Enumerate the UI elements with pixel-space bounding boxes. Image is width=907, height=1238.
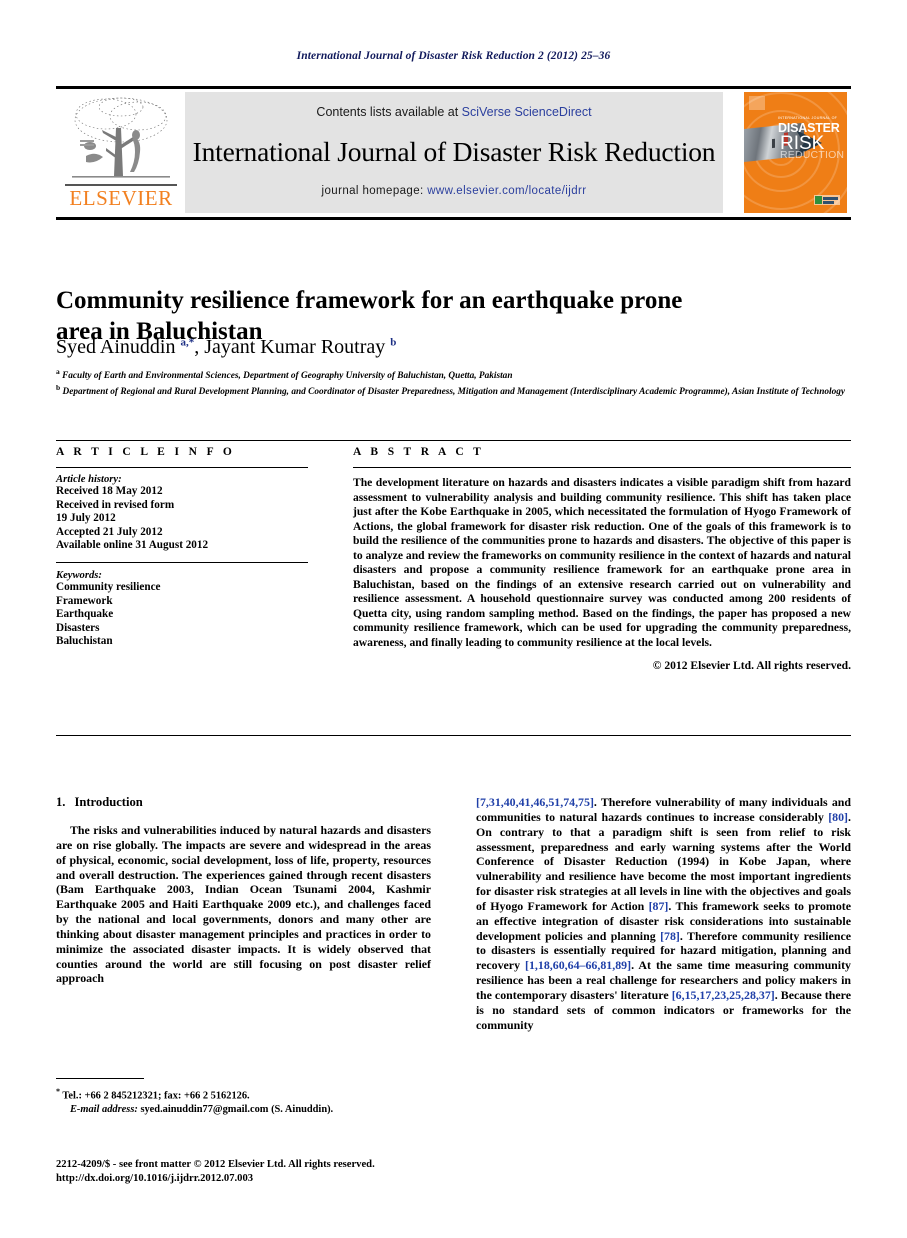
journal-article-page: International Journal of Disaster Risk R… bbox=[0, 0, 907, 1238]
cover-superline: INTERNATIONAL JOURNAL OF bbox=[778, 116, 838, 120]
article-info-rule bbox=[56, 467, 308, 468]
affiliation-text-b: Department of Regional and Rural Develop… bbox=[62, 387, 846, 398]
section-number: 1. bbox=[56, 795, 66, 809]
cover-partner-logo-block-3 bbox=[823, 201, 834, 204]
corresponding-author-note: * Tel.: +66 2 845212321; fax: +66 2 5162… bbox=[56, 1087, 250, 1102]
abstract-heading: A B S T R A C T bbox=[353, 446, 485, 458]
journal-title: International Journal of Disaster Risk R… bbox=[192, 136, 716, 167]
article-history-accepted: Accepted 21 July 2012 bbox=[56, 525, 163, 538]
abstract-copyright: © 2012 Elsevier Ltd. All rights reserved… bbox=[652, 658, 851, 672]
affiliation-a: a Faculty of Earth and Environmental Sci… bbox=[56, 366, 851, 382]
cover-partner-logo-block-2 bbox=[823, 197, 838, 200]
article-history-received: Received 18 May 2012 bbox=[56, 485, 163, 497]
cover-partner-logo-block-1 bbox=[815, 196, 822, 204]
affiliation-text-a: Faculty of Earth and Environmental Scien… bbox=[62, 371, 513, 382]
imprint-front-matter: 2212-4209/$ - see front matter © 2012 El… bbox=[56, 1159, 375, 1170]
email-address[interactable]: syed.ainuddin77@gmail.com (S. Ainuddin). bbox=[138, 1104, 333, 1115]
keyword-item: Framework bbox=[56, 594, 113, 607]
keywords-rule bbox=[56, 561, 308, 563]
affiliation-marker-a: a bbox=[56, 367, 60, 376]
contents-lists-line: Contents lists available at SciVerse Sci… bbox=[185, 105, 723, 119]
article-history-revised-label: Received in revised form bbox=[56, 498, 175, 511]
keyword-item: Baluchistan bbox=[56, 635, 113, 648]
elsevier-wordmark: ELSEVIER bbox=[69, 186, 173, 210]
article-info-heading: A R T I C L E I N F O bbox=[56, 446, 236, 458]
cover-elsevier-mark bbox=[749, 96, 765, 110]
body-column-left: 1. Introduction The risks and vulnerabili… bbox=[56, 795, 431, 986]
contents-prefix: Contents lists available at bbox=[316, 105, 462, 119]
article-history-label: Article history: bbox=[56, 474, 122, 485]
cover-partner-logo bbox=[814, 195, 840, 205]
cover-title-reduction: REDUCTION bbox=[780, 149, 845, 161]
article-info-column: A R T I C L E I N F O Article history: R… bbox=[56, 446, 308, 649]
block-top-rule bbox=[56, 440, 851, 441]
email-label: E-mail address: bbox=[70, 1104, 138, 1116]
homepage-prefix: journal homepage: bbox=[321, 185, 428, 197]
cover-photo-figure-2 bbox=[772, 138, 775, 149]
affiliation-marker-b: b bbox=[56, 383, 61, 393]
journal-homepage-link[interactable]: www.elsevier.com/locate/ijdrr bbox=[427, 185, 586, 197]
elsevier-logo: ELSEVIER bbox=[60, 92, 182, 214]
keyword-item: Community resilience bbox=[56, 580, 161, 593]
keyword-item: Earthquake bbox=[56, 608, 114, 621]
author-list: Syed Ainuddin a,*, Jayant Kumar Routray … bbox=[56, 336, 397, 358]
section-heading-introduction: 1. Introduction bbox=[56, 795, 431, 810]
journal-homepage-line: journal homepage: www.elsevier.com/locat… bbox=[185, 185, 723, 197]
masthead: ELSEVIER Contents lists available at Sci… bbox=[56, 86, 851, 220]
block-bottom-rule bbox=[56, 735, 851, 736]
body-paragraph: [7,31,40,41,46,51,74,75]. Therefore vuln… bbox=[476, 795, 852, 1032]
affiliations: a Faculty of Earth and Environmental Sci… bbox=[56, 366, 851, 398]
running-head: International Journal of Disaster Risk R… bbox=[296, 50, 611, 62]
imprint-block: 2212-4209/$ - see front matter © 2012 El… bbox=[56, 1158, 476, 1186]
article-history-revised-date: 19 July 2012 bbox=[56, 512, 116, 525]
footnote-rule bbox=[56, 1078, 144, 1079]
masthead-top-rule bbox=[56, 86, 851, 89]
section-title-text: Introduction bbox=[74, 795, 143, 809]
keyword-item: Disasters bbox=[56, 621, 100, 634]
article-history-online: Available online 31 August 2012 bbox=[56, 539, 209, 552]
abstract-text: The development literature on hazards an… bbox=[353, 476, 851, 650]
imprint-doi[interactable]: http://dx.doi.org/10.1016/j.ijdrr.2012.0… bbox=[56, 1172, 476, 1186]
body-paragraph: The risks and vulnerabilities induced by… bbox=[56, 823, 431, 986]
body-column-right: [7,31,40,41,46,51,74,75]. Therefore vuln… bbox=[476, 795, 851, 1033]
affiliation-b: b Department of Regional and Rural Devel… bbox=[56, 382, 851, 398]
masthead-bottom-rule bbox=[56, 217, 851, 220]
sciencedirect-link[interactable]: SciVerse ScienceDirect bbox=[462, 105, 592, 119]
elsevier-tree-icon bbox=[66, 94, 176, 184]
email-note: E-mail address: syed.ainuddin77@gmail.co… bbox=[56, 1103, 431, 1117]
keywords-label: Keywords: bbox=[56, 569, 102, 581]
footnote-block: * Tel.: +66 2 845212321; fax: +66 2 5162… bbox=[56, 1078, 431, 1117]
journal-cover-thumbnail[interactable]: INTERNATIONAL JOURNAL OF DISASTER RISK R… bbox=[744, 92, 847, 213]
journal-banner: Contents lists available at SciVerse Sci… bbox=[185, 92, 723, 213]
abstract-rule bbox=[353, 467, 851, 468]
abstract-column: A B S T R A C T The development literatu… bbox=[353, 446, 851, 672]
